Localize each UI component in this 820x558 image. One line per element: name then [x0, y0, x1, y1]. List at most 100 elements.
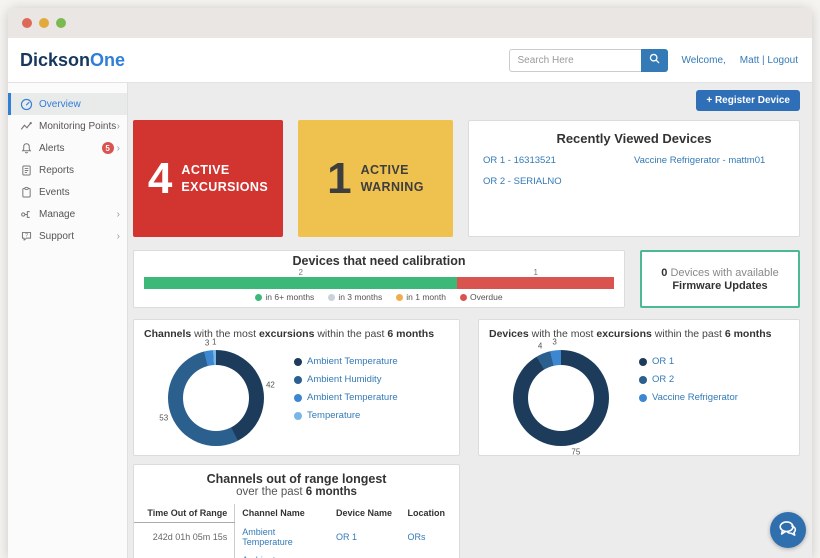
sidebar-item-label: Manage — [39, 209, 117, 220]
devices-excursions-card: Devices with the most excursions within … — [478, 319, 800, 456]
table-cell: ORs — [401, 551, 460, 558]
svg-text:?: ? — [25, 233, 28, 239]
time-out-of-range-cell: 242d 01h 05m 15s — [134, 523, 235, 551]
minimize-button[interactable] — [39, 18, 49, 28]
sidebar-item-reports[interactable]: Reports — [8, 159, 127, 181]
search-input[interactable] — [509, 49, 641, 72]
table-cell: Ambient Temperature — [235, 523, 329, 551]
sidebar-list: Overview Monitoring Points›Alerts5›Report… — [8, 93, 127, 247]
donut-hole — [528, 365, 594, 431]
support-icon: ? — [20, 230, 33, 243]
warning-label: ACTIVE WARNING — [361, 162, 424, 195]
donut-legend-item-ambient-temperature[interactable]: Ambient Temperature — [294, 356, 398, 367]
table-header-row: Time Out of RangeChannel NameDevice Name… — [134, 504, 459, 523]
legend-item-in-6-months: in 6+ months — [255, 292, 314, 302]
main-content: + Register Device 4 ACTIVE EXCURSIONS 1 … — [128, 83, 812, 558]
close-button[interactable] — [22, 18, 32, 28]
bell-icon — [20, 142, 33, 155]
sidebar-item-overview[interactable]: Overview — [8, 93, 127, 115]
donut-value-label: 1 — [212, 338, 216, 347]
recent-links-left: OR 1 - 16313521 OR 2 - SERIALNO — [483, 155, 634, 187]
table-link[interactable]: OR 1 — [336, 532, 357, 542]
legend-dot — [294, 394, 302, 402]
device-link[interactable]: OR 2 - SERIALNO — [483, 176, 634, 187]
table-link[interactable]: Ambient Temperature — [242, 555, 293, 558]
device-link[interactable]: Vaccine Refrigerator - mattm01 — [634, 155, 785, 166]
legend-item-overdue: Overdue — [460, 292, 503, 302]
devices-donut-legend: OR 1 OR 2 Vaccine Refrigerator — [639, 356, 738, 403]
donut-legend-item-ambient-temperature[interactable]: Ambient Temperature — [294, 392, 398, 403]
table-row: 242d 01h 05m 15s Ambient Temperature OR 1 O… — [134, 523, 459, 551]
donut-charts-row: Channels with the most excursions within… — [133, 319, 800, 456]
device-link[interactable]: OR 1 - 16313521 — [483, 155, 634, 166]
sidebar-item-manage[interactable]: Manage› — [8, 203, 127, 225]
table-body: 242d 01h 05m 15s Ambient Temperature OR 1 O… — [134, 523, 459, 558]
page: DicksonOne Welcome, Matt | Logout Overvi… — [0, 0, 820, 558]
browser-window: DicksonOne Welcome, Matt | Logout Overvi… — [8, 8, 812, 558]
recently-viewed-links: OR 1 - 16313521 OR 2 - SERIALNO Vaccine R… — [469, 155, 799, 187]
out-of-range-title: Channels out of range longest — [134, 472, 459, 486]
channels-excursions-title: Channels with the most excursions within… — [144, 328, 449, 340]
table-row: Channels out of range longest over the p… — [133, 464, 800, 558]
donut-value-label: 42 — [266, 380, 275, 389]
firmware-line1: 0 Devices with available — [661, 267, 778, 279]
active-excursions-card[interactable]: 4 ACTIVE EXCURSIONS — [133, 120, 283, 237]
channels-excursions-card: Channels with the most excursions within… — [133, 319, 460, 456]
traffic-lights — [22, 18, 66, 28]
donut-legend-item-temperature[interactable]: Temperature — [294, 410, 398, 421]
donut-value-label: 75 — [571, 447, 580, 456]
legend-dot — [294, 412, 302, 420]
register-device-button[interactable]: + Register Device — [696, 90, 800, 111]
clipboard-icon — [20, 186, 33, 199]
excursions-count: 4 — [148, 157, 172, 201]
search-button[interactable] — [641, 49, 668, 72]
chevron-right-icon: › — [117, 143, 120, 154]
chat-button[interactable] — [770, 512, 806, 548]
legend-dot — [294, 376, 302, 384]
app-logo[interactable]: DicksonOne — [20, 50, 125, 71]
time-out-of-range-cell: 153d 12h 18m 17s — [134, 551, 235, 558]
donut-ring: 7543 — [513, 350, 609, 446]
donut-value-label: 4 — [538, 342, 542, 351]
welcome-link[interactable]: Welcome, — [682, 55, 726, 66]
table-header-location: Location — [401, 504, 460, 523]
donut-legend-item-or-1[interactable]: OR 1 — [639, 356, 738, 367]
table-link[interactable]: Ambient Temperature — [242, 527, 293, 547]
calibration-stacked-bar: 21 — [144, 268, 614, 289]
report-icon — [20, 164, 33, 177]
trend-icon — [20, 120, 33, 133]
donut-legend-item-ambient-humidity[interactable]: Ambient Humidity — [294, 374, 398, 385]
channels-donut-legend: Ambient Temperature Ambient Humidity Ambie… — [294, 356, 398, 421]
table-cell: ORs — [401, 523, 460, 551]
table-link[interactable]: ORs — [408, 532, 426, 542]
firmware-line2: Firmware Updates — [672, 280, 767, 292]
donut-value-label: 3 — [552, 338, 556, 347]
gauge-icon — [20, 98, 33, 111]
recent-links-right: Vaccine Refrigerator - mattm01 — [634, 155, 785, 187]
sidebar-item-events[interactable]: Events — [8, 181, 127, 203]
legend-dot — [639, 358, 647, 366]
channels-donut-chart: 425331 — [168, 350, 264, 446]
devices-excursions-title: Devices with the most excursions within … — [489, 328, 789, 340]
sidebar-item-label: Overview — [39, 99, 120, 110]
zoom-button[interactable] — [56, 18, 66, 28]
sidebar-item-monitoring-points[interactable]: Monitoring Points› — [8, 115, 127, 137]
donut-value-label: 53 — [159, 413, 168, 422]
recently-viewed-title: Recently Viewed Devices — [469, 131, 799, 146]
legend-item-in-1-month: in 1 month — [396, 292, 446, 302]
out-of-range-card: Channels out of range longest over the p… — [133, 464, 460, 558]
summary-cards-row: 4 ACTIVE EXCURSIONS 1 ACTIVE WARNING — [133, 120, 800, 237]
sidebar-item-alerts[interactable]: Alerts5› — [8, 137, 127, 159]
table-row: 153d 12h 18m 17sAmbient TemperatureOR 2O… — [134, 551, 459, 558]
searchbox — [509, 49, 668, 72]
legend-dot — [639, 394, 647, 402]
calibration-segment-in-6-months: 2 — [144, 268, 457, 289]
donut-value-label: 3 — [205, 338, 209, 347]
donut-legend-item-vaccine-refrigerator[interactable]: Vaccine Refrigerator — [639, 392, 738, 403]
user-logout-link[interactable]: Matt | Logout — [740, 55, 798, 66]
calibration-legend: in 6+ monthsin 3 monthsin 1 monthOverdue — [134, 292, 624, 302]
active-warning-card[interactable]: 1 ACTIVE WARNING — [298, 120, 453, 237]
sidebar: Overview Monitoring Points›Alerts5›Report… — [8, 83, 128, 558]
sidebar-item-support[interactable]: ?Support› — [8, 225, 127, 247]
donut-legend-item-or-2[interactable]: OR 2 — [639, 374, 738, 385]
